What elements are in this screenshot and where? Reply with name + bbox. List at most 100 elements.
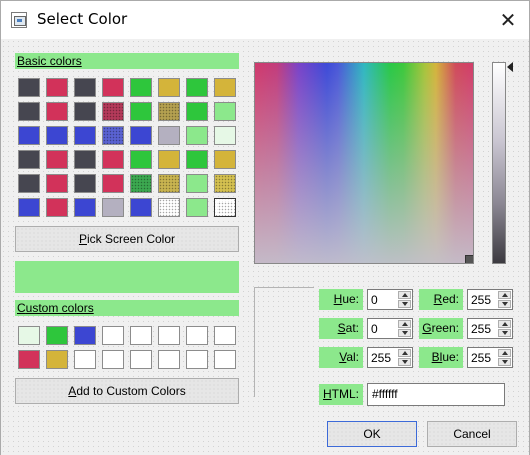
basic-color-swatch-r1-c2[interactable]	[74, 102, 96, 121]
spin-up-icon[interactable]	[498, 349, 511, 357]
basic-color-swatch-r2-c0[interactable]	[18, 126, 40, 145]
sat-spinbox[interactable]: 0	[367, 318, 413, 339]
basic-color-swatch-r3-c6[interactable]	[186, 150, 208, 169]
basic-color-swatch-r3-c5[interactable]	[158, 150, 180, 169]
blue-value[interactable]: 255	[471, 351, 491, 365]
add-to-custom-colors-button[interactable]: Add to Custom Colors	[15, 378, 239, 404]
sat-value[interactable]: 0	[371, 322, 378, 336]
spin-up-icon[interactable]	[498, 291, 511, 299]
blue-spinbox[interactable]: 255	[467, 347, 513, 368]
basic-color-swatch-r5-c6[interactable]	[186, 198, 208, 217]
hue-value[interactable]: 0	[371, 293, 378, 307]
basic-color-swatch-r0-c7[interactable]	[214, 78, 236, 97]
basic-color-swatch-r4-c5[interactable]	[158, 174, 180, 193]
custom-color-swatch-r0-c5[interactable]	[158, 326, 180, 345]
basic-color-swatch-r5-c2[interactable]	[74, 198, 96, 217]
basic-color-swatch-r1-c5[interactable]	[158, 102, 180, 121]
basic-color-swatch-r4-c1[interactable]	[46, 174, 68, 193]
custom-color-swatch-r1-c2[interactable]	[74, 350, 96, 369]
basic-color-swatch-r4-c6[interactable]	[186, 174, 208, 193]
custom-color-swatch-r1-c6[interactable]	[186, 350, 208, 369]
cancel-button[interactable]: Cancel	[427, 421, 517, 447]
basic-color-swatch-r1-c1[interactable]	[46, 102, 68, 121]
basic-color-swatch-r4-c2[interactable]	[74, 174, 96, 193]
spin-up-icon[interactable]	[398, 320, 411, 328]
custom-color-swatch-r0-c2[interactable]	[74, 326, 96, 345]
basic-color-swatch-r3-c1[interactable]	[46, 150, 68, 169]
green-value[interactable]: 255	[471, 322, 491, 336]
basic-color-swatch-r3-c4[interactable]	[130, 150, 152, 169]
pick-screen-color-button[interactable]: Pick Screen Color	[15, 226, 239, 252]
basic-color-swatch-r0-c1[interactable]	[46, 78, 68, 97]
basic-color-swatch-r2-c4[interactable]	[130, 126, 152, 145]
basic-color-swatch-r3-c7[interactable]	[214, 150, 236, 169]
basic-color-swatch-r0-c5[interactable]	[158, 78, 180, 97]
spin-up-icon[interactable]	[498, 320, 511, 328]
basic-color-swatch-r0-c3[interactable]	[102, 78, 124, 97]
custom-color-swatch-r1-c4[interactable]	[130, 350, 152, 369]
val-spin-arrows[interactable]	[398, 349, 411, 366]
blue-spin-arrows[interactable]	[498, 349, 511, 366]
luminance-slider[interactable]	[492, 62, 506, 264]
basic-color-swatch-r5-c5[interactable]	[158, 198, 180, 217]
val-spinbox[interactable]: 255	[367, 347, 413, 368]
basic-color-swatch-r4-c7[interactable]	[214, 174, 236, 193]
basic-color-swatch-r1-c0[interactable]	[18, 102, 40, 121]
custom-color-swatch-r1-c3[interactable]	[102, 350, 124, 369]
basic-color-swatch-r1-c6[interactable]	[186, 102, 208, 121]
basic-color-swatch-r1-c7[interactable]	[214, 102, 236, 121]
close-button[interactable]: ✕	[487, 1, 529, 39]
red-spin-arrows[interactable]	[498, 291, 511, 308]
basic-color-swatch-r0-c0[interactable]	[18, 78, 40, 97]
basic-color-swatch-r1-c3[interactable]	[102, 102, 124, 121]
basic-color-swatch-r1-c4[interactable]	[130, 102, 152, 121]
spectrum-crosshair[interactable]	[465, 255, 473, 263]
red-spinbox[interactable]: 255	[467, 289, 513, 310]
spin-down-icon[interactable]	[398, 300, 411, 308]
custom-color-swatch-r1-c1[interactable]	[46, 350, 68, 369]
basic-color-swatch-r0-c4[interactable]	[130, 78, 152, 97]
basic-color-swatch-r2-c5[interactable]	[158, 126, 180, 145]
custom-color-swatch-r0-c3[interactable]	[102, 326, 124, 345]
basic-color-swatch-r5-c1[interactable]	[46, 198, 68, 217]
custom-color-swatch-r1-c5[interactable]	[158, 350, 180, 369]
spin-down-icon[interactable]	[498, 329, 511, 337]
custom-color-swatch-r1-c7[interactable]	[214, 350, 236, 369]
basic-color-swatch-r0-c2[interactable]	[74, 78, 96, 97]
spin-up-icon[interactable]	[398, 349, 411, 357]
basic-color-swatch-r2-c1[interactable]	[46, 126, 68, 145]
basic-color-swatch-r2-c3[interactable]	[102, 126, 124, 145]
basic-color-swatch-r2-c6[interactable]	[186, 126, 208, 145]
basic-color-swatch-r3-c2[interactable]	[74, 150, 96, 169]
basic-color-swatch-r4-c0[interactable]	[18, 174, 40, 193]
basic-color-swatch-r3-c3[interactable]	[102, 150, 124, 169]
spin-down-icon[interactable]	[498, 300, 511, 308]
luminance-arrow-icon[interactable]	[507, 62, 513, 72]
basic-color-swatch-r4-c3[interactable]	[102, 174, 124, 193]
ok-button[interactable]: OK	[327, 421, 417, 447]
spin-up-icon[interactable]	[398, 291, 411, 299]
spin-down-icon[interactable]	[398, 358, 411, 366]
green-spinbox[interactable]: 255	[467, 318, 513, 339]
basic-color-swatch-r4-c4[interactable]	[130, 174, 152, 193]
custom-color-swatch-r1-c0[interactable]	[18, 350, 40, 369]
hue-spinbox[interactable]: 0	[367, 289, 413, 310]
basic-color-swatch-r5-c7[interactable]	[214, 198, 236, 217]
basic-color-swatch-r5-c4[interactable]	[130, 198, 152, 217]
basic-color-swatch-r5-c3[interactable]	[102, 198, 124, 217]
sat-spin-arrows[interactable]	[398, 320, 411, 337]
val-value[interactable]: 255	[371, 351, 391, 365]
basic-color-swatch-r2-c2[interactable]	[74, 126, 96, 145]
basic-color-swatch-r0-c6[interactable]	[186, 78, 208, 97]
custom-color-swatch-r0-c7[interactable]	[214, 326, 236, 345]
custom-color-swatch-r0-c6[interactable]	[186, 326, 208, 345]
spin-down-icon[interactable]	[498, 358, 511, 366]
html-color-input[interactable]: #ffffff	[367, 383, 505, 406]
green-spin-arrows[interactable]	[498, 320, 511, 337]
red-value[interactable]: 255	[471, 293, 491, 307]
basic-color-swatch-r2-c7[interactable]	[214, 126, 236, 145]
spin-down-icon[interactable]	[398, 329, 411, 337]
hue-spin-arrows[interactable]	[398, 291, 411, 308]
custom-color-swatch-r0-c0[interactable]	[18, 326, 40, 345]
basic-color-swatch-r3-c0[interactable]	[18, 150, 40, 169]
